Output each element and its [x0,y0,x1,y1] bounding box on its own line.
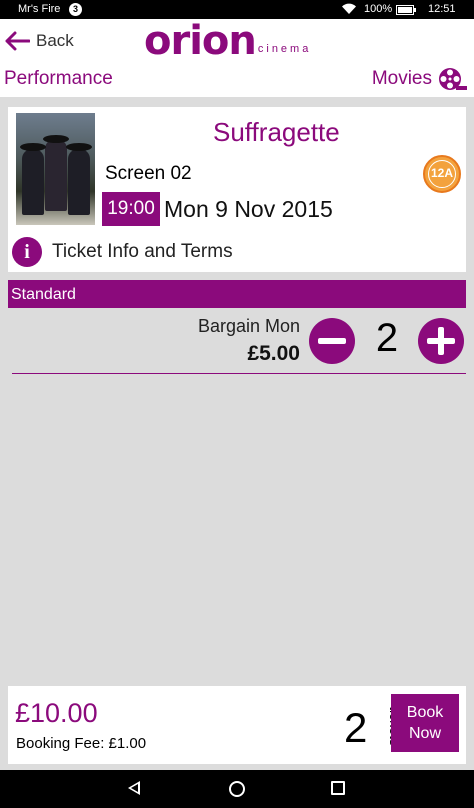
system-home-icon[interactable] [229,781,245,797]
info-icon: i [12,237,42,267]
ticket-row: Bargain Mon £5.00 2 [12,312,466,374]
decrease-quantity-button[interactable] [309,318,355,364]
ticket-info-label: Ticket Info and Terms [52,241,233,262]
rating-text: 12A [428,160,456,188]
rating-12a-badge: 12A [423,155,461,193]
book-now-label-line1: Book [406,704,444,721]
app-header: Back orion cinema Performance Movies [0,19,474,97]
total-price: £10.00 [15,698,98,728]
film-reel-icon[interactable] [438,66,468,92]
ticket-price: £5.00 [247,342,300,365]
performance-link[interactable]: Performance [4,68,113,90]
minus-icon [318,338,346,344]
back-button[interactable]: Back [4,28,74,54]
clock: 12:51 [428,3,456,15]
movies-link[interactable]: Movies [372,68,432,90]
film-title: Suffragette [213,117,340,147]
ticket-quantity: 2 [375,316,399,360]
battery-icon [396,5,416,15]
device-name: Mr's Fire [18,3,61,15]
film-card: Suffragette Screen 02 12A 19:00 Mon 9 No… [8,107,466,272]
screen-label: Screen 02 [105,163,192,184]
film-poster [16,113,95,225]
battery-percent: 100% [364,3,393,15]
status-bar: Mr's Fire 3 100% 12:51 [0,0,474,19]
back-label: Back [36,31,74,50]
section-header-standard: Standard [8,280,466,308]
ticket-type-name: Bargain Mon [197,316,300,336]
order-summary: £10.00 Booking Fee: £1.00 2 tickets Book… [8,686,466,764]
ticket-info-link[interactable]: i Ticket Info and Terms [12,237,233,267]
book-now-button[interactable]: Book Now [391,694,459,752]
logo-main-text: orion [144,18,257,64]
increase-quantity-button[interactable] [418,318,464,364]
system-navigation-bar [0,770,474,808]
back-arrow-icon [5,31,30,51]
showtime-badge: 19:00 [102,192,160,226]
notification-badge: 3 [69,3,82,16]
booking-fee: Booking Fee: £1.00 [16,735,147,752]
orion-logo: orion cinema [144,21,311,61]
book-now-label-line2: Now [408,725,441,742]
ticket-count: 2 [344,704,368,751]
system-back-icon[interactable] [128,781,140,795]
wifi-icon [342,3,356,15]
show-date: Mon 9 Nov 2015 [164,196,333,222]
system-recents-icon[interactable] [331,781,345,795]
logo-sub-text: cinema [257,43,312,55]
